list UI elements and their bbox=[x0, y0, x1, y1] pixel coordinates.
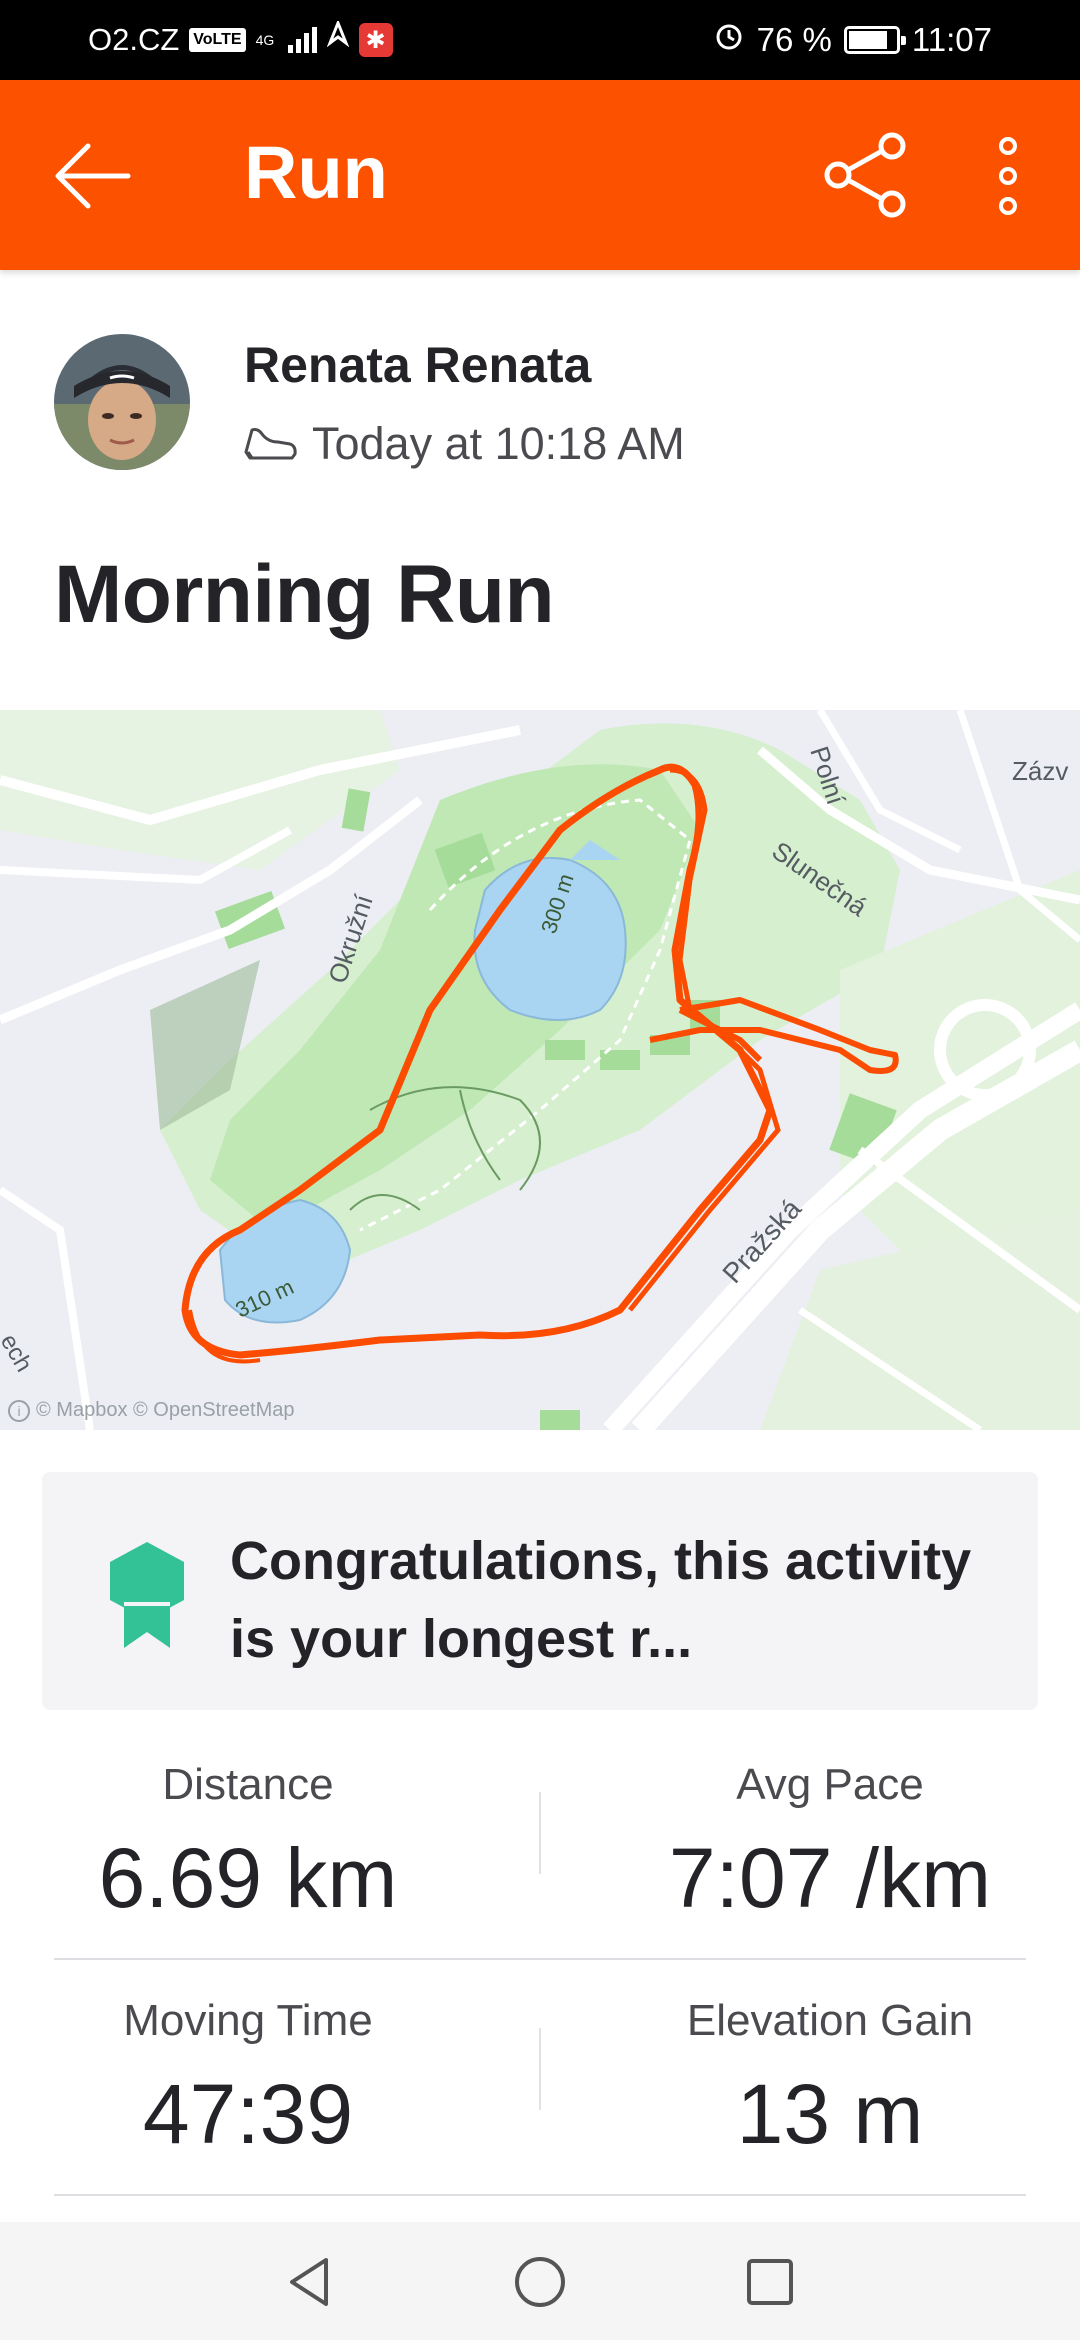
clock: 11:07 bbox=[911, 21, 992, 58]
info-icon[interactable]: i bbox=[8, 1399, 30, 1422]
stats-divider-vertical bbox=[539, 2028, 541, 2110]
arrow-left-icon[interactable] bbox=[52, 140, 132, 212]
status-bar: O2.CZ VoLTE 4G ✱ 76 % 11:07 bbox=[0, 0, 1080, 80]
street-label-zazv: Zázv bbox=[1012, 756, 1068, 786]
carrier-name: O2.CZ bbox=[88, 22, 180, 57]
app-bar: Run bbox=[0, 80, 1080, 270]
signal-icon bbox=[287, 27, 317, 53]
elevation-gain-label: Elevation Gain bbox=[686, 1996, 974, 2045]
activity-date: Today at 10:18 AM bbox=[312, 418, 685, 469]
more-vertical-icon[interactable] bbox=[990, 136, 1026, 216]
data-arrow-icon bbox=[326, 18, 349, 59]
achievement-medal-icon bbox=[110, 1542, 184, 1648]
athlete-name[interactable]: Renata Renata bbox=[244, 336, 591, 394]
map-attribution[interactable]: i © Mapbox © OpenStreetMap bbox=[8, 1399, 295, 1422]
moving-time-label: Moving Time bbox=[123, 1996, 373, 2045]
achievement-text: Congratulations, this activity is your l… bbox=[230, 1531, 972, 1669]
activity-title: Morning Run bbox=[54, 549, 555, 640]
volte-badge: VoLTE bbox=[189, 28, 246, 52]
stats-divider-vertical bbox=[539, 1792, 541, 1874]
avatar[interactable] bbox=[54, 334, 190, 470]
system-nav-bar bbox=[0, 2222, 1080, 2340]
triangle-back-icon[interactable] bbox=[280, 2252, 340, 2312]
shoe-icon bbox=[244, 428, 297, 460]
alarm-icon bbox=[713, 20, 745, 60]
network-type: 4G bbox=[255, 32, 275, 48]
distance-value: 6.69 km bbox=[98, 1831, 398, 1925]
battery-percent: 76 % bbox=[756, 21, 832, 58]
app-notification-icon: ✱ bbox=[358, 23, 393, 57]
map-canvas: Polní Slunečná Zázv Okružní Pražská 300 … bbox=[0, 710, 1080, 1430]
avg-pace-value: 7:07 /km bbox=[668, 1831, 992, 1925]
status-right: 76 % 11:07 bbox=[713, 0, 992, 80]
stats-divider bbox=[54, 1958, 1026, 1960]
square-recents-icon[interactable] bbox=[740, 2252, 800, 2312]
page-title: Run bbox=[244, 131, 388, 214]
share-icon[interactable] bbox=[822, 132, 908, 218]
activity-meta: Today at 10:18 AM bbox=[242, 418, 685, 470]
moving-time-value: 47:39 bbox=[142, 2067, 354, 2161]
distance-label: Distance bbox=[162, 1760, 334, 1809]
achievement-card[interactable]: Congratulations, this activity is your l… bbox=[42, 1472, 1038, 1710]
battery-icon bbox=[843, 26, 906, 54]
attribution-text: © Mapbox © OpenStreetMap bbox=[36, 1399, 295, 1421]
avg-pace-label: Avg Pace bbox=[736, 1760, 924, 1809]
stats-divider bbox=[54, 2194, 1026, 2196]
route-map[interactable]: Polní Slunečná Zázv Okružní Pražská 300 … bbox=[0, 710, 1080, 1430]
elevation-gain-value: 13 m bbox=[736, 2067, 924, 2161]
circle-home-icon[interactable] bbox=[510, 2252, 570, 2312]
status-left: O2.CZ VoLTE 4G ✱ bbox=[88, 0, 393, 80]
